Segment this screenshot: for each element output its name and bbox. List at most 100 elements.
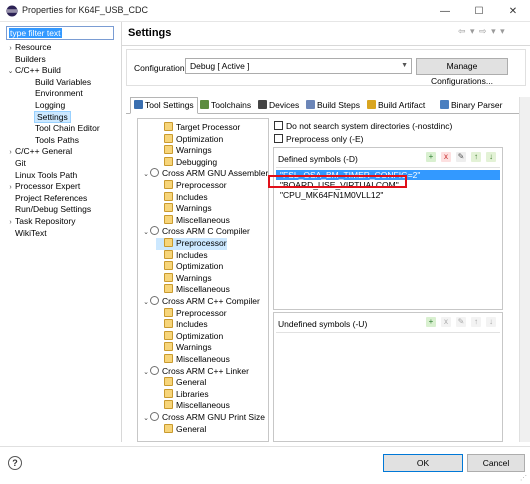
tree-item-label: Resource (15, 42, 52, 52)
tab-toolchains[interactable]: Toolchains (196, 97, 255, 114)
minimize-button[interactable]: — (428, 0, 462, 22)
tool-tree-page[interactable]: General (156, 423, 206, 436)
tool-tree-label: Preprocessor (176, 180, 227, 190)
move-down-icon[interactable]: ↓ (486, 152, 496, 162)
collapse-icon[interactable]: ⌄ (142, 413, 150, 425)
tool-tree-page[interactable]: Optimization (156, 133, 223, 146)
tree-item[interactable]: Tool Chain Editor (26, 123, 100, 135)
help-button[interactable]: ? (8, 456, 22, 470)
nostdinc-option[interactable]: Do not search system directories (-nostd… (274, 121, 452, 131)
preprocess-only-option[interactable]: Preprocess only (-E) (274, 134, 363, 144)
nostdinc-label: Do not search system directories (-nostd… (286, 121, 453, 131)
collapse-icon[interactable]: ⌄ (142, 169, 150, 181)
tree-item[interactable]: › C/C++ General (6, 146, 72, 158)
edit-undef-symbol-icon[interactable]: ✎ (456, 317, 466, 327)
tree-item[interactable]: › Processor Expert (6, 181, 80, 193)
tool-tree-page[interactable]: Warnings (156, 203, 212, 215)
tree-item[interactable]: Project References (6, 193, 87, 205)
tree-item[interactable]: WikiText (6, 228, 47, 240)
tree-item[interactable]: Git (6, 158, 26, 170)
manage-configurations-button[interactable]: Manage Configurations... (416, 58, 508, 86)
tool-tree-page[interactable]: General (156, 377, 206, 389)
settings-tabs: Tool Settings Toolchains Devices Build Step… (126, 97, 526, 114)
tree-item[interactable]: › Task Repository (6, 216, 75, 228)
tool-tree-page[interactable]: Preprocessor (156, 238, 227, 250)
tree-item[interactable]: Builders (6, 54, 46, 66)
cancel-button[interactable]: Cancel (467, 454, 525, 472)
tool-tree-page[interactable]: Miscellaneous (156, 354, 230, 366)
tool-tree-label: Optimization (176, 330, 224, 341)
add-symbol-icon[interactable]: + (426, 152, 436, 162)
tree-item-label: Processor Expert (15, 181, 81, 192)
tab-tool-settings[interactable]: Tool Settings (130, 97, 198, 114)
tool-tree-node[interactable]: ⌄ Cross ARM C++ Compiler (142, 296, 260, 308)
tab-label: Build Steps (317, 100, 360, 110)
tool-tree-page[interactable]: Includes (156, 319, 208, 331)
tree-item[interactable]: Environment (26, 88, 83, 100)
delete-undef-symbol-icon[interactable]: x (441, 317, 451, 327)
tab-build-artifact[interactable]: Build Artifact (363, 97, 429, 114)
tree-item[interactable]: Build Variables (26, 77, 91, 89)
tool-tree-page[interactable]: Miscellaneous (156, 284, 230, 296)
tool-tree-page[interactable]: Miscellaneous (156, 400, 230, 412)
tool-tree-page[interactable]: Debugging (156, 156, 217, 169)
tool-tree-page[interactable]: Warnings (156, 342, 212, 354)
tab-scroll-strip[interactable] (519, 97, 530, 442)
tool-tree-node[interactable]: ⌄ Cross ARM GNU Print Size (142, 412, 265, 424)
tool-tree-node[interactable]: ⌄ Cross ARM C Compiler (142, 226, 250, 238)
tool-tree-page[interactable]: Preprocessor (156, 180, 227, 192)
edit-symbol-icon[interactable]: ✎ (456, 152, 466, 162)
tab-label: Build Artifact (378, 100, 426, 110)
configuration-select[interactable]: Debug [ Active ] ▼ (185, 58, 412, 74)
tree-item[interactable]: Settings (26, 110, 71, 124)
defined-symbols-list[interactable]: "FSL_OSA_BM_TIMER_CONFIG=2" "BOARD_USE_VI… (276, 167, 500, 307)
tool-tree-page[interactable]: Preprocessor (156, 307, 227, 320)
nostdinc-checkbox[interactable] (274, 121, 283, 130)
close-button[interactable]: ✕ (496, 0, 530, 22)
tool-tree-label: Warnings (176, 272, 212, 283)
tool-tree-page[interactable]: Target Processor (156, 122, 240, 134)
tool-tree-node[interactable]: ⌄ Cross ARM C++ Linker (142, 365, 249, 379)
tab-devices[interactable]: Devices (254, 97, 303, 114)
tool-tree-page[interactable]: Includes (156, 191, 208, 204)
move-up-icon[interactable]: ↑ (471, 152, 481, 162)
tree-item-label: Environment (35, 88, 83, 99)
tool-tree-node[interactable]: ⌄ Cross ARM GNU Assembler (142, 168, 268, 180)
expand-down-icon[interactable]: ⌄ (6, 66, 15, 78)
tool-tree-page[interactable]: Miscellaneous (156, 214, 230, 227)
tool-tree-page[interactable]: Optimization (156, 261, 223, 273)
maximize-button[interactable]: ☐ (462, 0, 496, 22)
tool-tree-page[interactable]: Includes (156, 249, 208, 262)
pane-divider[interactable] (121, 22, 122, 442)
tree-item[interactable]: Linux Tools Path (6, 170, 77, 182)
tool-tree-page[interactable]: Libraries (156, 388, 209, 401)
undefined-symbols-list[interactable] (276, 332, 500, 439)
header-divider (122, 45, 530, 46)
tool-tree-page[interactable]: Warnings (156, 145, 212, 157)
tab-build-steps[interactable]: Build Steps (302, 97, 364, 114)
tree-item[interactable]: Run/Debug Settings (6, 204, 91, 216)
tree-item[interactable]: Logging (26, 100, 65, 112)
tree-item[interactable]: ⌄ C/C++ Build (6, 65, 61, 77)
symbol-item[interactable]: "CPU_MK64FN1M0VLL12" (276, 190, 500, 200)
ok-button[interactable]: OK (383, 454, 463, 472)
history-nav-arrows[interactable]: ⇦ ▾ ⇨ ▾ ▾ (458, 26, 506, 37)
tool-tree-label: Miscellaneous (176, 284, 230, 295)
resize-grip-icon[interactable]: ⋰ (520, 474, 527, 482)
tree-item[interactable]: › Resource (6, 42, 51, 54)
tool-tree-label: Cross ARM GNU Assembler (162, 168, 269, 179)
tool-tree-label: Preprocessor (176, 307, 227, 318)
filter-input[interactable]: type filter text (6, 26, 114, 40)
tool-tree-page[interactable]: Warnings (156, 272, 212, 285)
delete-symbol-icon[interactable]: x (441, 152, 451, 162)
add-undef-symbol-icon[interactable]: + (426, 317, 436, 327)
tab-binary-parser[interactable]: Binary Parser (436, 97, 507, 114)
tool-tree-page[interactable]: Optimization (156, 330, 224, 343)
collapse-icon[interactable]: ⌄ (142, 367, 150, 379)
tree-item[interactable]: Tools Paths (26, 135, 79, 147)
undef-move-down-icon[interactable]: ↓ (486, 317, 496, 327)
collapse-icon[interactable]: ⌄ (142, 227, 150, 239)
undef-move-up-icon[interactable]: ↑ (471, 317, 481, 327)
collapse-icon[interactable]: ⌄ (142, 297, 150, 309)
preprocess-only-checkbox[interactable] (274, 134, 283, 143)
